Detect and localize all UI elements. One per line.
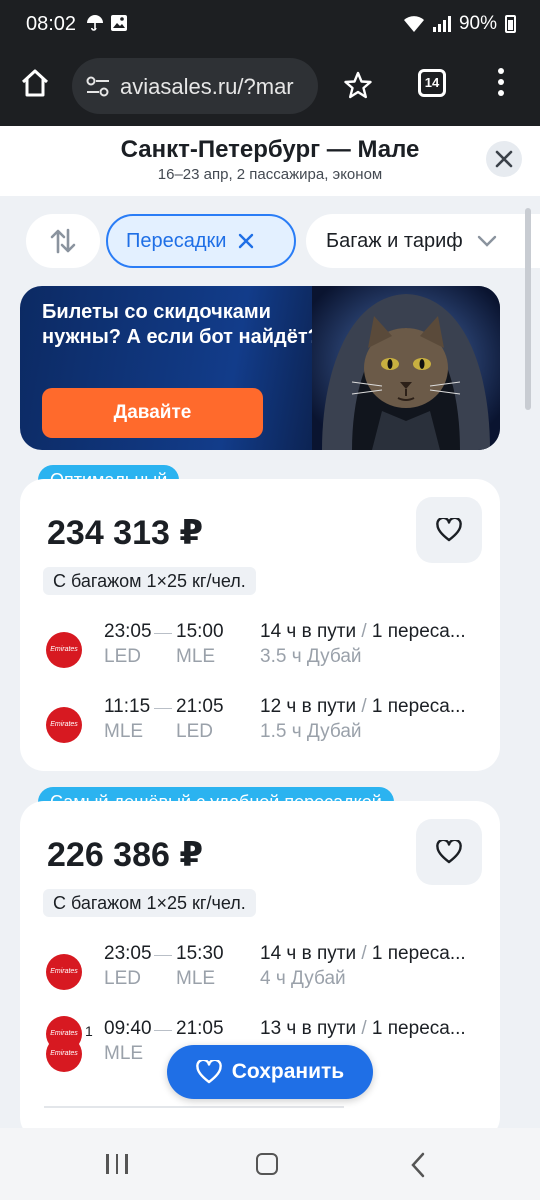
arrival-airport: LED [176, 721, 213, 742]
promo-banner[interactable]: Билеты со скидочками нужны? А если бот н… [20, 286, 500, 450]
airline-count: 1 [85, 1023, 93, 1039]
status-bar: 08:02 90% [0, 0, 540, 50]
departure-airport: MLE [104, 1043, 144, 1064]
flight-segment: Emirates 23:05 15:00 LED MLE 14 ч в пути… [20, 621, 500, 677]
search-header: Санкт-Петербург — Мале 16–23 апр, 2 пасс… [0, 126, 540, 196]
baggage-chip-label: Багаж и тариф [326, 229, 463, 252]
arrival-time: 15:00 [176, 621, 224, 642]
departure-airport: LED [104, 968, 141, 989]
baggage-tag: С багажом 1×25 кг/чел. [43, 567, 256, 595]
hooded-cat-illustration [312, 286, 500, 450]
save-button-label: Сохранить [231, 1060, 345, 1083]
time-separator [154, 1030, 172, 1031]
card-divider [44, 1106, 344, 1108]
flight-segment: Emirates 11:15 21:05 MLE LED 12 ч в пути… [20, 696, 500, 752]
sort-arrows-icon [50, 228, 76, 254]
layover-info: 3.5 ч Дубай [260, 646, 362, 667]
flight-segment: Emirates 23:05 15:30 LED MLE 14 ч в пути… [20, 943, 500, 999]
duration-separator: / [361, 621, 367, 642]
favorite-button[interactable] [416, 819, 482, 885]
browser-menu-icon[interactable] [498, 68, 504, 96]
transfers-chip-label: Пересадки [126, 229, 227, 252]
signal-icon [432, 16, 451, 32]
favorite-button[interactable] [416, 497, 482, 563]
baggage-tag: С багажом 1×25 кг/чел. [43, 889, 256, 917]
wifi-icon [403, 16, 424, 32]
time-separator [154, 633, 172, 634]
umbrella-icon [87, 15, 103, 31]
departure-time: 09:40 [104, 1018, 152, 1039]
flight-duration: 14 ч в пути / 1 переса... [260, 943, 466, 965]
banner-cta-button[interactable]: Давайте [42, 388, 263, 438]
departure-time: 23:05 [104, 621, 152, 642]
time-separator [154, 708, 172, 709]
ticket-price: 226 386 ₽ [47, 836, 204, 874]
clear-filter-icon[interactable] [238, 233, 254, 249]
notification-icons [86, 14, 128, 32]
duration-separator: / [361, 943, 367, 964]
battery-icon [505, 15, 516, 33]
layover-info: 1.5 ч Дубай [260, 721, 362, 742]
duration-separator: / [361, 1018, 367, 1039]
arrival-time: 21:05 [176, 1018, 224, 1039]
close-button[interactable] [486, 141, 522, 177]
home-button[interactable] [256, 1153, 278, 1175]
url-text[interactable]: aviasales.ru/?mar [120, 74, 310, 100]
time-separator [154, 955, 172, 956]
banner-text: Билеты со скидочками нужны? А если бот н… [42, 301, 320, 348]
duration-text: 12 ч в пути [260, 696, 357, 717]
departure-airport: MLE [104, 721, 144, 742]
chevron-down-icon [477, 235, 496, 247]
recent-apps-button[interactable] [106, 1154, 128, 1174]
arrival-airport: MLE [176, 646, 216, 667]
sort-button[interactable] [26, 214, 100, 268]
status-time: 08:02 [26, 13, 77, 35]
heart-icon [195, 1060, 222, 1084]
site-settings-icon[interactable] [86, 76, 110, 98]
browser-toolbar: aviasales.ru/?mar 14 [0, 50, 540, 126]
back-icon[interactable] [410, 1152, 426, 1178]
flight-duration: 13 ч в пути / 1 переса... [260, 1018, 466, 1040]
airline-logo: Emirates [46, 954, 82, 990]
heart-icon [436, 840, 462, 864]
flight-duration: 12 ч в пути / 1 переса... [260, 696, 466, 718]
departure-airport: LED [104, 646, 141, 667]
airline-logo: Emirates [46, 707, 82, 743]
duration-text: 14 ч в пути [260, 621, 357, 642]
save-search-button[interactable]: Сохранить [167, 1045, 373, 1099]
route-subtitle: 16–23 апр, 2 пассажира, эконом [157, 166, 383, 183]
close-icon [495, 150, 513, 168]
stops-text: 1 переса... [371, 1018, 466, 1039]
heart-icon [436, 518, 462, 542]
route-title: Санкт-Петербург — Мале [120, 136, 420, 163]
page-scrollbar[interactable] [525, 208, 531, 410]
bookmark-star-icon[interactable] [344, 71, 372, 99]
duration-separator: / [361, 696, 367, 717]
image-icon [111, 15, 127, 31]
home-icon[interactable] [20, 68, 50, 98]
duration-text: 14 ч в пути [260, 943, 357, 964]
departure-time: 23:05 [104, 943, 152, 964]
stops-text: 1 переса... [371, 621, 466, 642]
arrival-time: 15:30 [176, 943, 224, 964]
address-bar[interactable]: aviasales.ru/?mar [72, 58, 318, 114]
ticket-card[interactable]: 234 313 ₽ С багажом 1×25 кг/чел. Emirate… [20, 479, 500, 771]
arrival-airport: MLE [176, 968, 216, 989]
layover-info: 4 ч Дубай [260, 968, 346, 989]
arrival-time: 21:05 [176, 696, 224, 717]
system-nav-bar [0, 1128, 540, 1200]
airline-logo-second: Emirates [46, 1036, 82, 1072]
battery-level: 90% [458, 13, 497, 34]
filter-chips: Пересадки Багаж и тариф [0, 214, 540, 270]
flight-duration: 14 ч в пути / 1 переса... [260, 621, 466, 643]
stops-text: 1 переса... [371, 696, 466, 717]
baggage-filter-chip[interactable]: Багаж и тариф [306, 214, 540, 268]
transfers-filter-chip[interactable]: Пересадки [106, 214, 296, 268]
ticket-price: 234 313 ₽ [47, 514, 204, 552]
tab-switcher-button[interactable]: 14 [418, 69, 446, 97]
departure-time: 11:15 [104, 696, 151, 717]
stops-text: 1 переса... [371, 943, 466, 964]
duration-text: 13 ч в пути [260, 1018, 357, 1039]
airline-logo: Emirates [46, 632, 82, 668]
